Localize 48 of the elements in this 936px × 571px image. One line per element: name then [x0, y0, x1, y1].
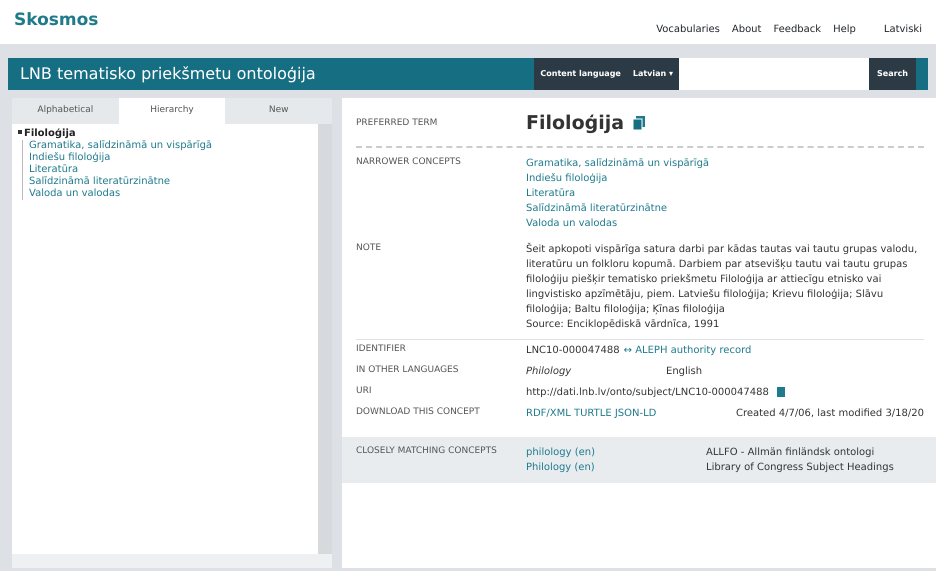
- vocabulary-name: ALLFO - Allmän finländsk ontologi: [706, 446, 874, 460]
- search-field[interactable]: [679, 58, 870, 90]
- narrower-concept-link[interactable]: Literatūra: [526, 186, 924, 200]
- download-links[interactable]: RDF/XML TURTLE JSON-LD: [526, 406, 656, 420]
- tree-item[interactable]: Filoloģija: [18, 128, 312, 140]
- uri-text: http://dati.lnb.lv/onto/subject/LNC10-000047488: [526, 386, 769, 400]
- tree-item[interactable]: Salīdzināmā literatūrzinātne: [29, 176, 312, 188]
- logo[interactable]: Skosmos: [14, 8, 98, 36]
- tab[interactable]: Alphabetical: [12, 98, 119, 124]
- language-dropdown[interactable]: Latvian ▾: [626, 58, 680, 90]
- property-label: NARROWER CONCEPTS: [356, 156, 462, 168]
- bullet-icon: [18, 130, 22, 134]
- property-label: IDENTIFIER: [356, 342, 407, 356]
- tree-item[interactable]: Gramatika, salīdzināmā un vispārīgā: [29, 140, 312, 152]
- modified-dates: Created 4/7/06, last modified 3/18/20: [736, 406, 924, 420]
- match-link[interactable]: Philology (en): [526, 460, 706, 474]
- nav-link[interactable]: Vocabularies: [656, 22, 720, 36]
- narrower-concept-link[interactable]: Indiešu filoloģija: [526, 170, 924, 186]
- language-name: English: [666, 364, 702, 378]
- narrower-concept-link[interactable]: Valoda un valodas: [526, 216, 924, 230]
- preferred-term: Filoloģija: [526, 111, 624, 136]
- identifier: LNC10-000047488: [526, 344, 620, 358]
- property-label: IN OTHER LANGUAGES: [356, 364, 460, 376]
- content-language-label: Content language: [534, 58, 627, 90]
- narrower-concept-link[interactable]: Gramatika, salīdzināmā un vispārīgā: [526, 156, 924, 170]
- nav-link[interactable]: About: [732, 22, 762, 36]
- source-text: Source: Enciklopēdiskā vārdnīca, 1991: [526, 318, 720, 332]
- narrower-concept-link[interactable]: Salīdzināmā literatūrzinātne: [526, 200, 924, 216]
- vocabulary-name: Library of Congress Subject Headings: [706, 460, 894, 474]
- translation: Philology: [526, 364, 572, 378]
- property-label: URI: [356, 384, 372, 398]
- authority-record-link[interactable]: ↔ ALEPH authority record: [624, 342, 752, 358]
- tree-item[interactable]: Literatūra: [29, 164, 312, 176]
- property-label: NOTE: [356, 242, 382, 254]
- note-text: Šeit apkopoti vispārīga satura darbi par kādas tautas vai tautu grupas valodu, literatūru un folkloru kopumā. Darbiem par atsevišķu tautu vai tautu grupas filoloģiju piešķir tematisko priekšmetu Filoloģija ar attiecīgu etnisko vai lingvistisko apzīmētāju, piem. Latviešu filoloģija; Krievu filoloģija; Slāvu filoloģija; Baltu filoloģija; Ķīnas filoloģija: [526, 242, 918, 316]
- match-link[interactable]: philology (en): [526, 444, 706, 460]
- tree-item[interactable]: Valoda un valodas: [29, 188, 312, 200]
- search-button[interactable]: Search: [869, 58, 916, 90]
- vocabulary-title: LNB tematisko priekšmetu ontoloģija: [20, 63, 317, 85]
- language-link[interactable]: Latviski: [884, 22, 922, 36]
- nav-link[interactable]: Feedback: [773, 22, 822, 36]
- property-label: CLOSELY MATCHING CONCEPTS: [356, 444, 498, 458]
- property-label: PREFERRED TERM: [356, 116, 438, 130]
- tab[interactable]: Hierarchy: [118, 98, 226, 124]
- nav-link[interactable]: Help: [833, 22, 856, 36]
- tree-item[interactable]: Indiešu filoloģija: [29, 152, 312, 164]
- tab[interactable]: New: [225, 98, 332, 124]
- property-label: DOWNLOAD THIS CONCEPT: [356, 406, 481, 418]
